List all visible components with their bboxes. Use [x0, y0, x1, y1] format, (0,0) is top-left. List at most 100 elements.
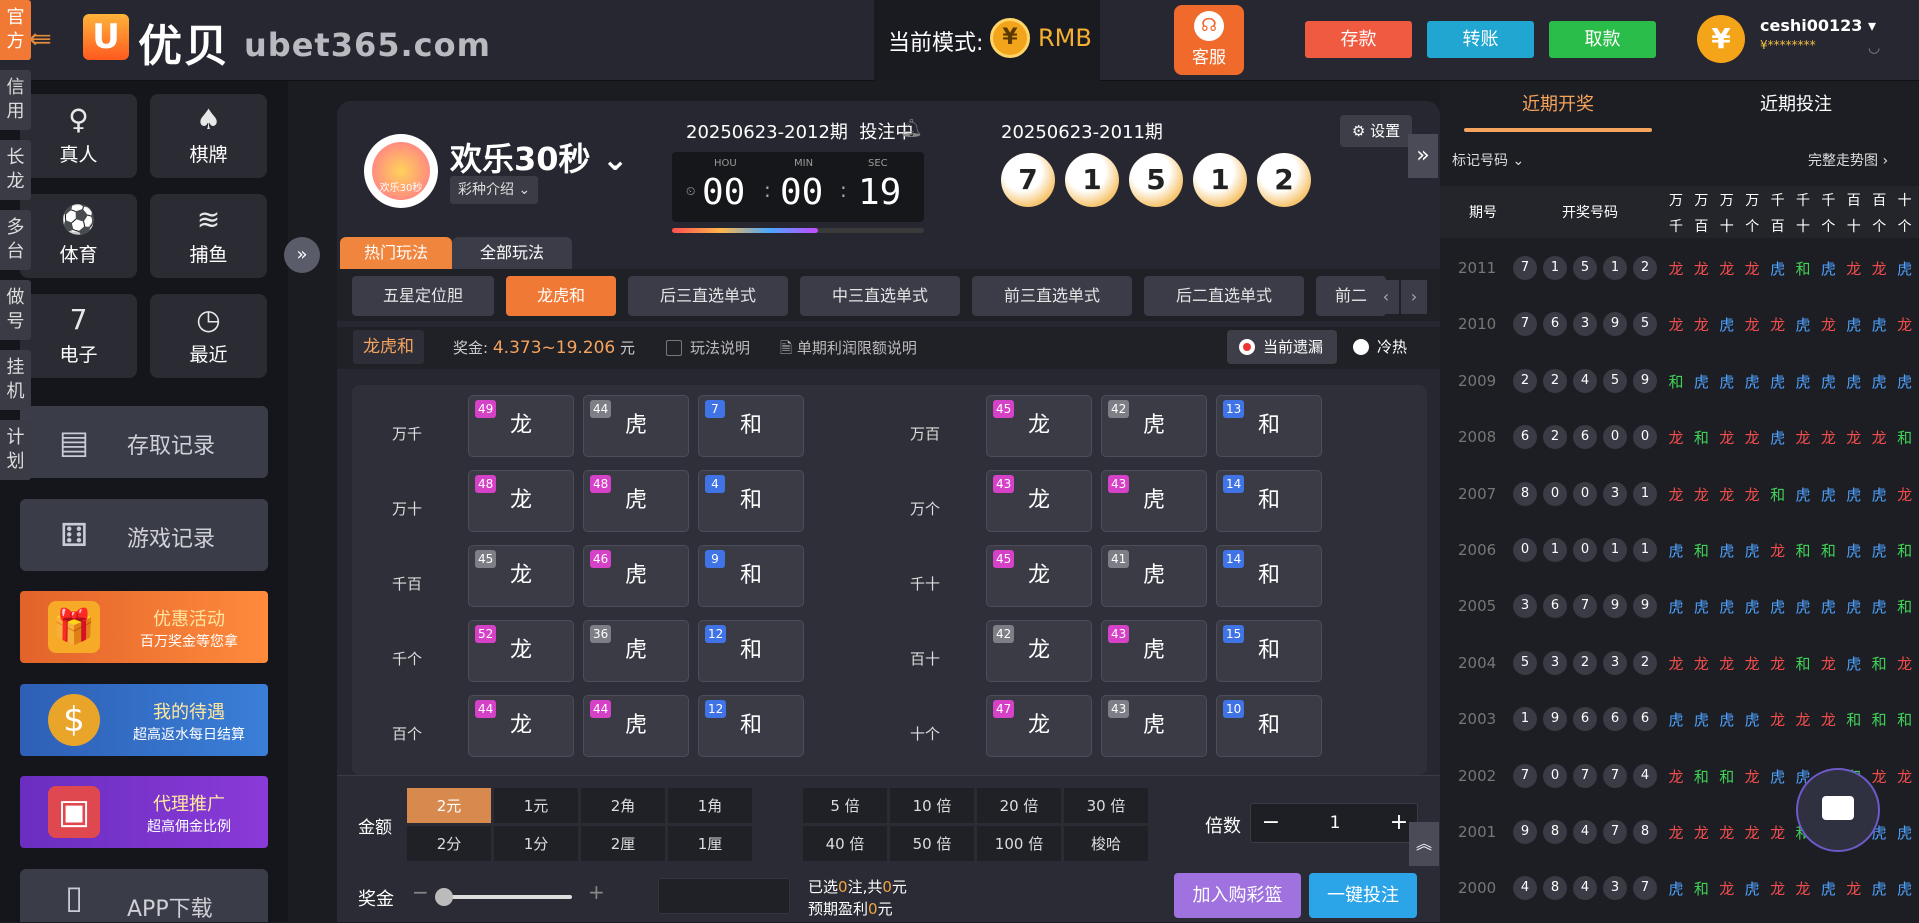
bet-cell[interactable]: 14 和 — [1216, 470, 1322, 532]
play-type-3[interactable]: 中三直选单式 — [800, 276, 960, 316]
vtab-0[interactable]: 官方 — [0, 0, 31, 60]
bet-cell[interactable]: 45 龙 — [986, 545, 1092, 607]
bet-cell[interactable]: 9和 — [698, 545, 804, 607]
profit-limit-link[interactable]: 🗎︎ 单期利润限额说明 — [780, 337, 917, 363]
play-type-5[interactable]: 后二直选单式 — [1144, 276, 1304, 316]
mode-value[interactable]: RMB — [1038, 24, 1092, 52]
bet-cell[interactable]: 12 和 — [698, 695, 804, 757]
slider-knob[interactable] — [435, 888, 453, 906]
chat-bubble-button[interactable] — [1796, 768, 1880, 852]
sidebar-app-download[interactable]: ▯ APP下载 — [20, 869, 268, 922]
minus-button[interactable]: − — [1251, 804, 1291, 842]
bell-icon[interactable]: 🔔︎ — [900, 118, 923, 139]
bet-cell[interactable]: 43 龙 — [986, 470, 1092, 532]
mark-numbers-button[interactable]: 标记号码 ⌄ — [1452, 150, 1524, 170]
amount-option[interactable]: 1分 — [493, 825, 579, 862]
plus-icon[interactable]: + — [588, 880, 605, 904]
rules-checkbox[interactable]: 玩法说明 — [666, 337, 750, 358]
multiplier-option[interactable]: 40 倍 — [802, 825, 888, 862]
tab-hot-plays[interactable]: 热门玩法 — [340, 237, 452, 269]
chevron-right-icon[interactable]: › — [1401, 280, 1427, 314]
tab-all-plays[interactable]: 全部玩法 — [452, 237, 572, 269]
promo-offers[interactable]: 🎁 优惠活动 百万奖金等您拿 — [20, 591, 268, 663]
vtab-1[interactable]: 信用 — [0, 70, 31, 130]
amount-option[interactable]: 1元 — [493, 787, 579, 824]
bet-cell[interactable]: 44 虎 — [583, 395, 689, 457]
bet-cell[interactable]: 41 虎 — [1101, 545, 1207, 607]
multiplier-option[interactable]: 10 倍 — [889, 787, 975, 824]
amount-option[interactable]: 1角 — [667, 787, 753, 824]
expand-right-icon[interactable]: » — [1408, 134, 1438, 178]
full-trend-link[interactable]: 完整走势图 › — [1808, 150, 1888, 170]
bet-cell[interactable]: 12 和 — [698, 620, 804, 682]
amount-option[interactable]: 2元 — [406, 787, 492, 824]
amount-option[interactable]: 2分 — [406, 825, 492, 862]
multiplier-option[interactable]: 50 倍 — [889, 825, 975, 862]
add-to-cart-button[interactable]: 加入购彩篮 — [1174, 873, 1301, 918]
bet-cell[interactable]: 14 和 — [1216, 545, 1322, 607]
multiplier-option[interactable]: 5 倍 — [802, 787, 888, 824]
bet-cell[interactable]: 42 虎 — [1101, 395, 1207, 457]
vtab-3[interactable]: 多台 — [0, 210, 31, 270]
sidebar-item-5[interactable]: ◷ 最近 — [150, 294, 267, 378]
play-type-4[interactable]: 前三直选单式 — [972, 276, 1132, 316]
multiplier-option[interactable]: 30 倍 — [1063, 787, 1149, 824]
bet-cell[interactable]: 48 虎 — [583, 470, 689, 532]
promo-agent[interactable]: ▣ 代理推广 超高佣金比例 — [20, 776, 268, 848]
game-intro-dropdown[interactable]: 彩种介绍 ⌄ — [450, 176, 539, 204]
promo-benefits[interactable]: $ 我的待遇 超高返水每日结算 — [20, 684, 268, 756]
deposit-button[interactable]: 存款 — [1305, 21, 1412, 58]
sidebar-item-4[interactable]: 7 电子 — [20, 294, 137, 378]
avatar[interactable]: ¥ — [1697, 15, 1745, 63]
username[interactable]: ceshi00123 ▾ — [1760, 16, 1876, 35]
sidebar-deposit-records[interactable]: ▤ 存取记录 — [20, 406, 268, 478]
sidebar-item-1[interactable]: ♠ 棋牌 — [150, 94, 267, 178]
bet-cell[interactable]: 45 龙 — [986, 395, 1092, 457]
bet-cell[interactable]: 43 虎 — [1101, 695, 1207, 757]
customer-service-button[interactable]: ☊ 客服 — [1174, 5, 1244, 75]
play-type-2[interactable]: 后三直选单式 — [628, 276, 788, 316]
tab-recent-draws[interactable]: 近期开奖 — [1522, 90, 1594, 116]
bet-cell[interactable]: 48 龙 — [468, 470, 574, 532]
sidebar-item-2[interactable]: ⚽ 体育 — [20, 194, 137, 278]
chevron-left-icon[interactable]: ‹ — [1373, 280, 1399, 314]
amount-option[interactable]: 1厘 — [667, 825, 753, 862]
amount-option[interactable]: 2角 — [580, 787, 666, 824]
bet-cell[interactable]: 43 虎 — [1101, 620, 1207, 682]
multiplier-option[interactable]: 100 倍 — [976, 825, 1062, 862]
minus-icon[interactable]: − — [412, 880, 429, 904]
bet-cell[interactable]: 13 和 — [1216, 395, 1322, 457]
play-type-1[interactable]: 龙虎和 — [506, 276, 616, 316]
bet-cell[interactable]: 52 龙 — [468, 620, 574, 682]
sidebar-item-0[interactable]: ♀ 真人 — [20, 94, 137, 178]
sidebar-item-3[interactable]: ≋ 捕鱼 — [150, 194, 267, 278]
amount-option[interactable]: 2厘 — [580, 825, 666, 862]
missing-radio[interactable]: 当前遗漏 — [1227, 330, 1338, 364]
bet-cell[interactable]: 7和 — [698, 395, 804, 457]
multiplier-option[interactable]: 梭哈 — [1063, 825, 1149, 862]
hotcold-radio[interactable]: 冷热 — [1341, 330, 1421, 364]
vtab-6[interactable]: 计划 — [0, 420, 31, 480]
bet-cell[interactable]: 44 虎 — [583, 695, 689, 757]
bet-cell[interactable]: 45 龙 — [468, 545, 574, 607]
bet-cell[interactable]: 43 虎 — [1101, 470, 1207, 532]
quick-bet-button[interactable]: 一键投注 — [1309, 873, 1417, 918]
withdraw-button[interactable]: 取款 — [1549, 21, 1656, 58]
bet-cell[interactable]: 44 龙 — [468, 695, 574, 757]
vtab-5[interactable]: 挂机 — [0, 350, 31, 410]
bet-cell[interactable]: 46 虎 — [583, 545, 689, 607]
bet-cell[interactable]: 15 和 — [1216, 620, 1322, 682]
caret-down-icon[interactable]: ▾ — [1868, 16, 1876, 35]
bet-cell[interactable]: 4和 — [698, 470, 804, 532]
settings-button[interactable]: ⚙ 设置 — [1340, 115, 1412, 147]
play-type-0[interactable]: 五星定位胆 — [352, 276, 494, 316]
vtab-4[interactable]: 做号 — [0, 280, 31, 340]
tab-recent-bets[interactable]: 近期投注 — [1760, 90, 1832, 116]
multiplier-value[interactable]: 1 — [1291, 804, 1379, 842]
collapse-double-chevron-icon[interactable]: » — [284, 237, 320, 273]
multiplier-option[interactable]: 20 倍 — [976, 787, 1062, 824]
prize-slider[interactable] — [435, 888, 572, 906]
bet-cell[interactable]: 42 龙 — [986, 620, 1092, 682]
bet-cell[interactable]: 49 龙 — [468, 395, 574, 457]
bet-cell[interactable]: 10 和 — [1216, 695, 1322, 757]
